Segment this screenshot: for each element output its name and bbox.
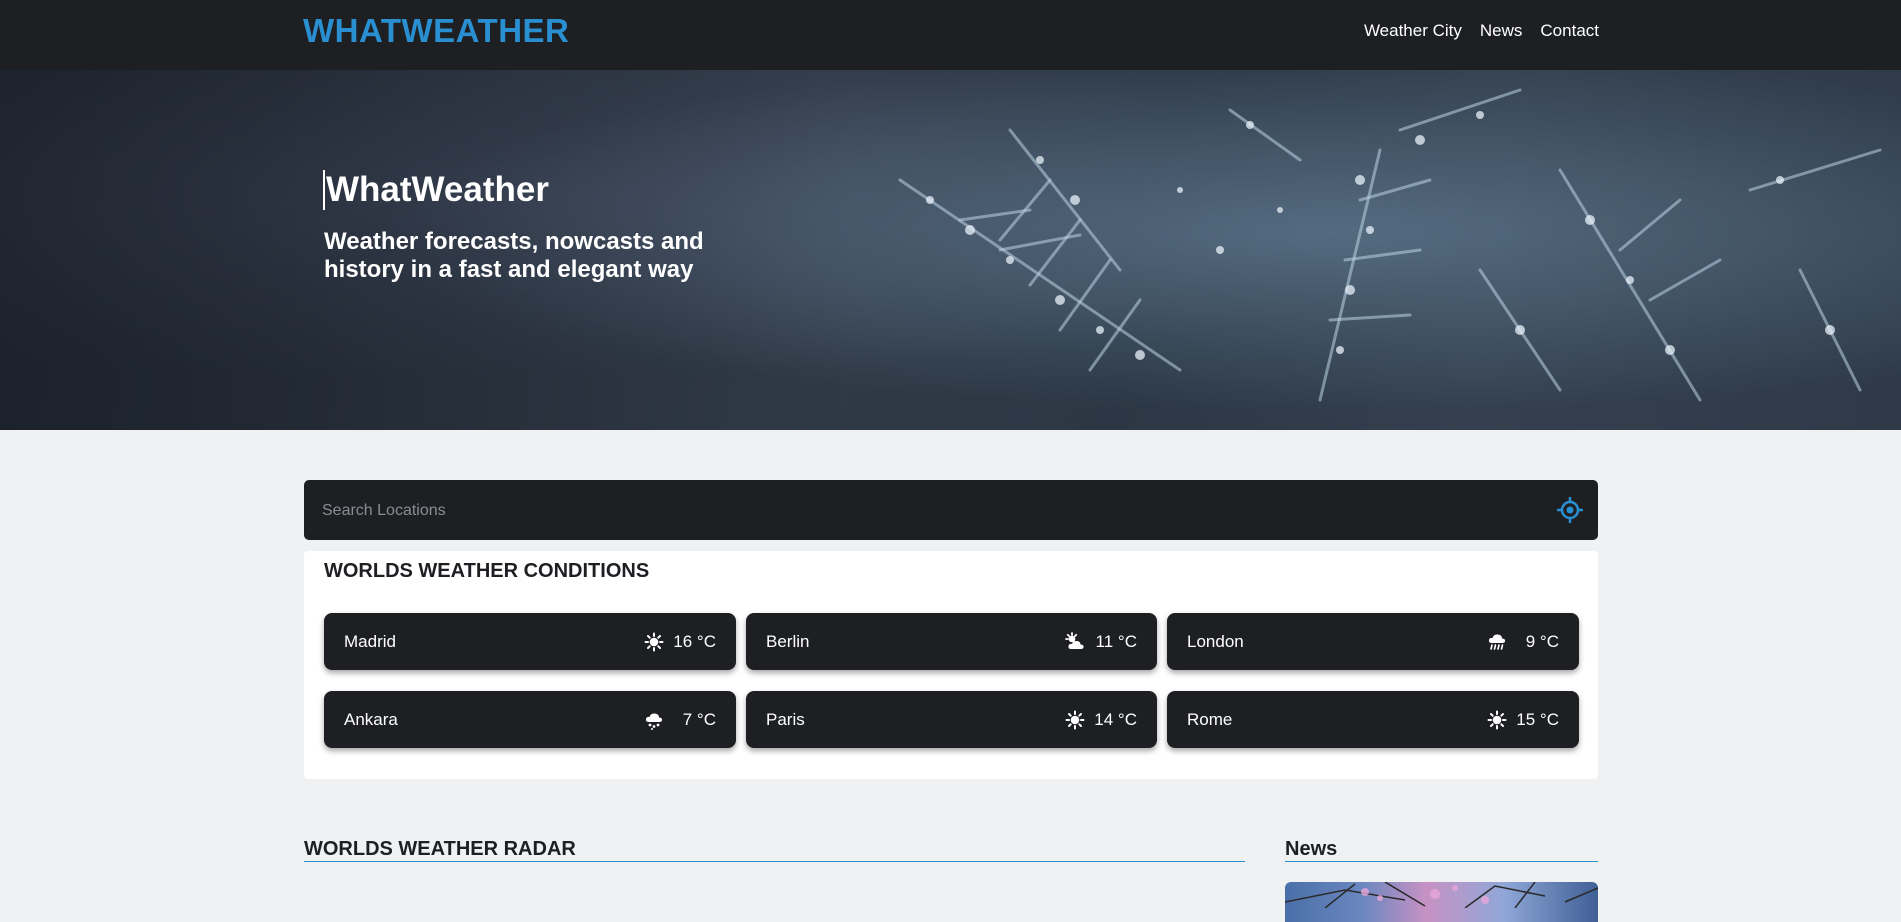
city-card-london[interactable]: London 9 °C — [1167, 613, 1579, 670]
city-name: Berlin — [766, 632, 810, 651]
news-divider — [1285, 861, 1598, 862]
city-temperature: 7 °C — [682, 710, 716, 729]
nav-weather-city[interactable]: Weather City — [1364, 21, 1462, 41]
weather-conditions-panel: WORLDS WEATHER CONDITIONS Madrid 16 °C B… — [304, 551, 1598, 779]
city-name: London — [1187, 632, 1244, 651]
sun-icon — [1487, 710, 1507, 730]
search-bar — [304, 480, 1598, 540]
hero-subtitle: Weather forecasts, nowcasts and history … — [324, 228, 704, 283]
city-card-rome[interactable]: Rome 15 °C — [1167, 691, 1579, 748]
search-input[interactable] — [320, 495, 1504, 527]
sun-icon — [1065, 710, 1085, 730]
city-name: Ankara — [344, 710, 398, 729]
rain-icon — [1488, 634, 1506, 650]
snowflake-background-image — [0, 70, 1901, 430]
locate-icon[interactable] — [1556, 496, 1584, 524]
city-name: Madrid — [344, 632, 396, 651]
city-name: Paris — [766, 710, 805, 729]
city-temperature: 15 °C — [1516, 710, 1559, 729]
news-thumbnail-image[interactable] — [1285, 882, 1598, 922]
city-temperature: 11 °C — [1095, 632, 1137, 651]
branches-image — [1285, 882, 1598, 909]
brand-logo[interactable]: WHATWEATHER — [303, 12, 569, 50]
city-temperature: 16 °C — [673, 632, 716, 651]
main-nav: Weather City News Contact — [1364, 21, 1599, 41]
city-grid: Madrid 16 °C Berlin 11 °C London 9 °C An… — [324, 613, 1579, 748]
top-navbar: WHATWEATHER Weather City News Contact — [0, 0, 1901, 70]
hero-title: WhatWeather — [323, 170, 549, 210]
radar-section-title: WORLDS WEATHER RADAR — [304, 838, 576, 860]
city-card-madrid[interactable]: Madrid 16 °C — [324, 613, 736, 670]
city-name: Rome — [1187, 710, 1233, 729]
hail-icon — [645, 713, 663, 730]
city-temperature: 14 °C — [1094, 710, 1137, 729]
nav-news[interactable]: News — [1480, 21, 1523, 41]
radar-divider — [304, 861, 1245, 862]
city-card-berlin[interactable]: Berlin 11 °C — [746, 613, 1157, 670]
city-card-ankara[interactable]: Ankara 7 °C — [324, 691, 736, 748]
partly-cloudy-icon — [1065, 632, 1084, 649]
nav-contact[interactable]: Contact — [1540, 21, 1599, 41]
city-card-paris[interactable]: Paris 14 °C — [746, 691, 1157, 748]
sun-icon — [644, 632, 664, 652]
hero-banner: WhatWeather Weather forecasts, nowcasts … — [0, 70, 1901, 430]
conditions-title: WORLDS WEATHER CONDITIONS — [324, 560, 650, 582]
news-section-title: News — [1285, 838, 1338, 860]
city-temperature: 9 °C — [1525, 632, 1559, 651]
